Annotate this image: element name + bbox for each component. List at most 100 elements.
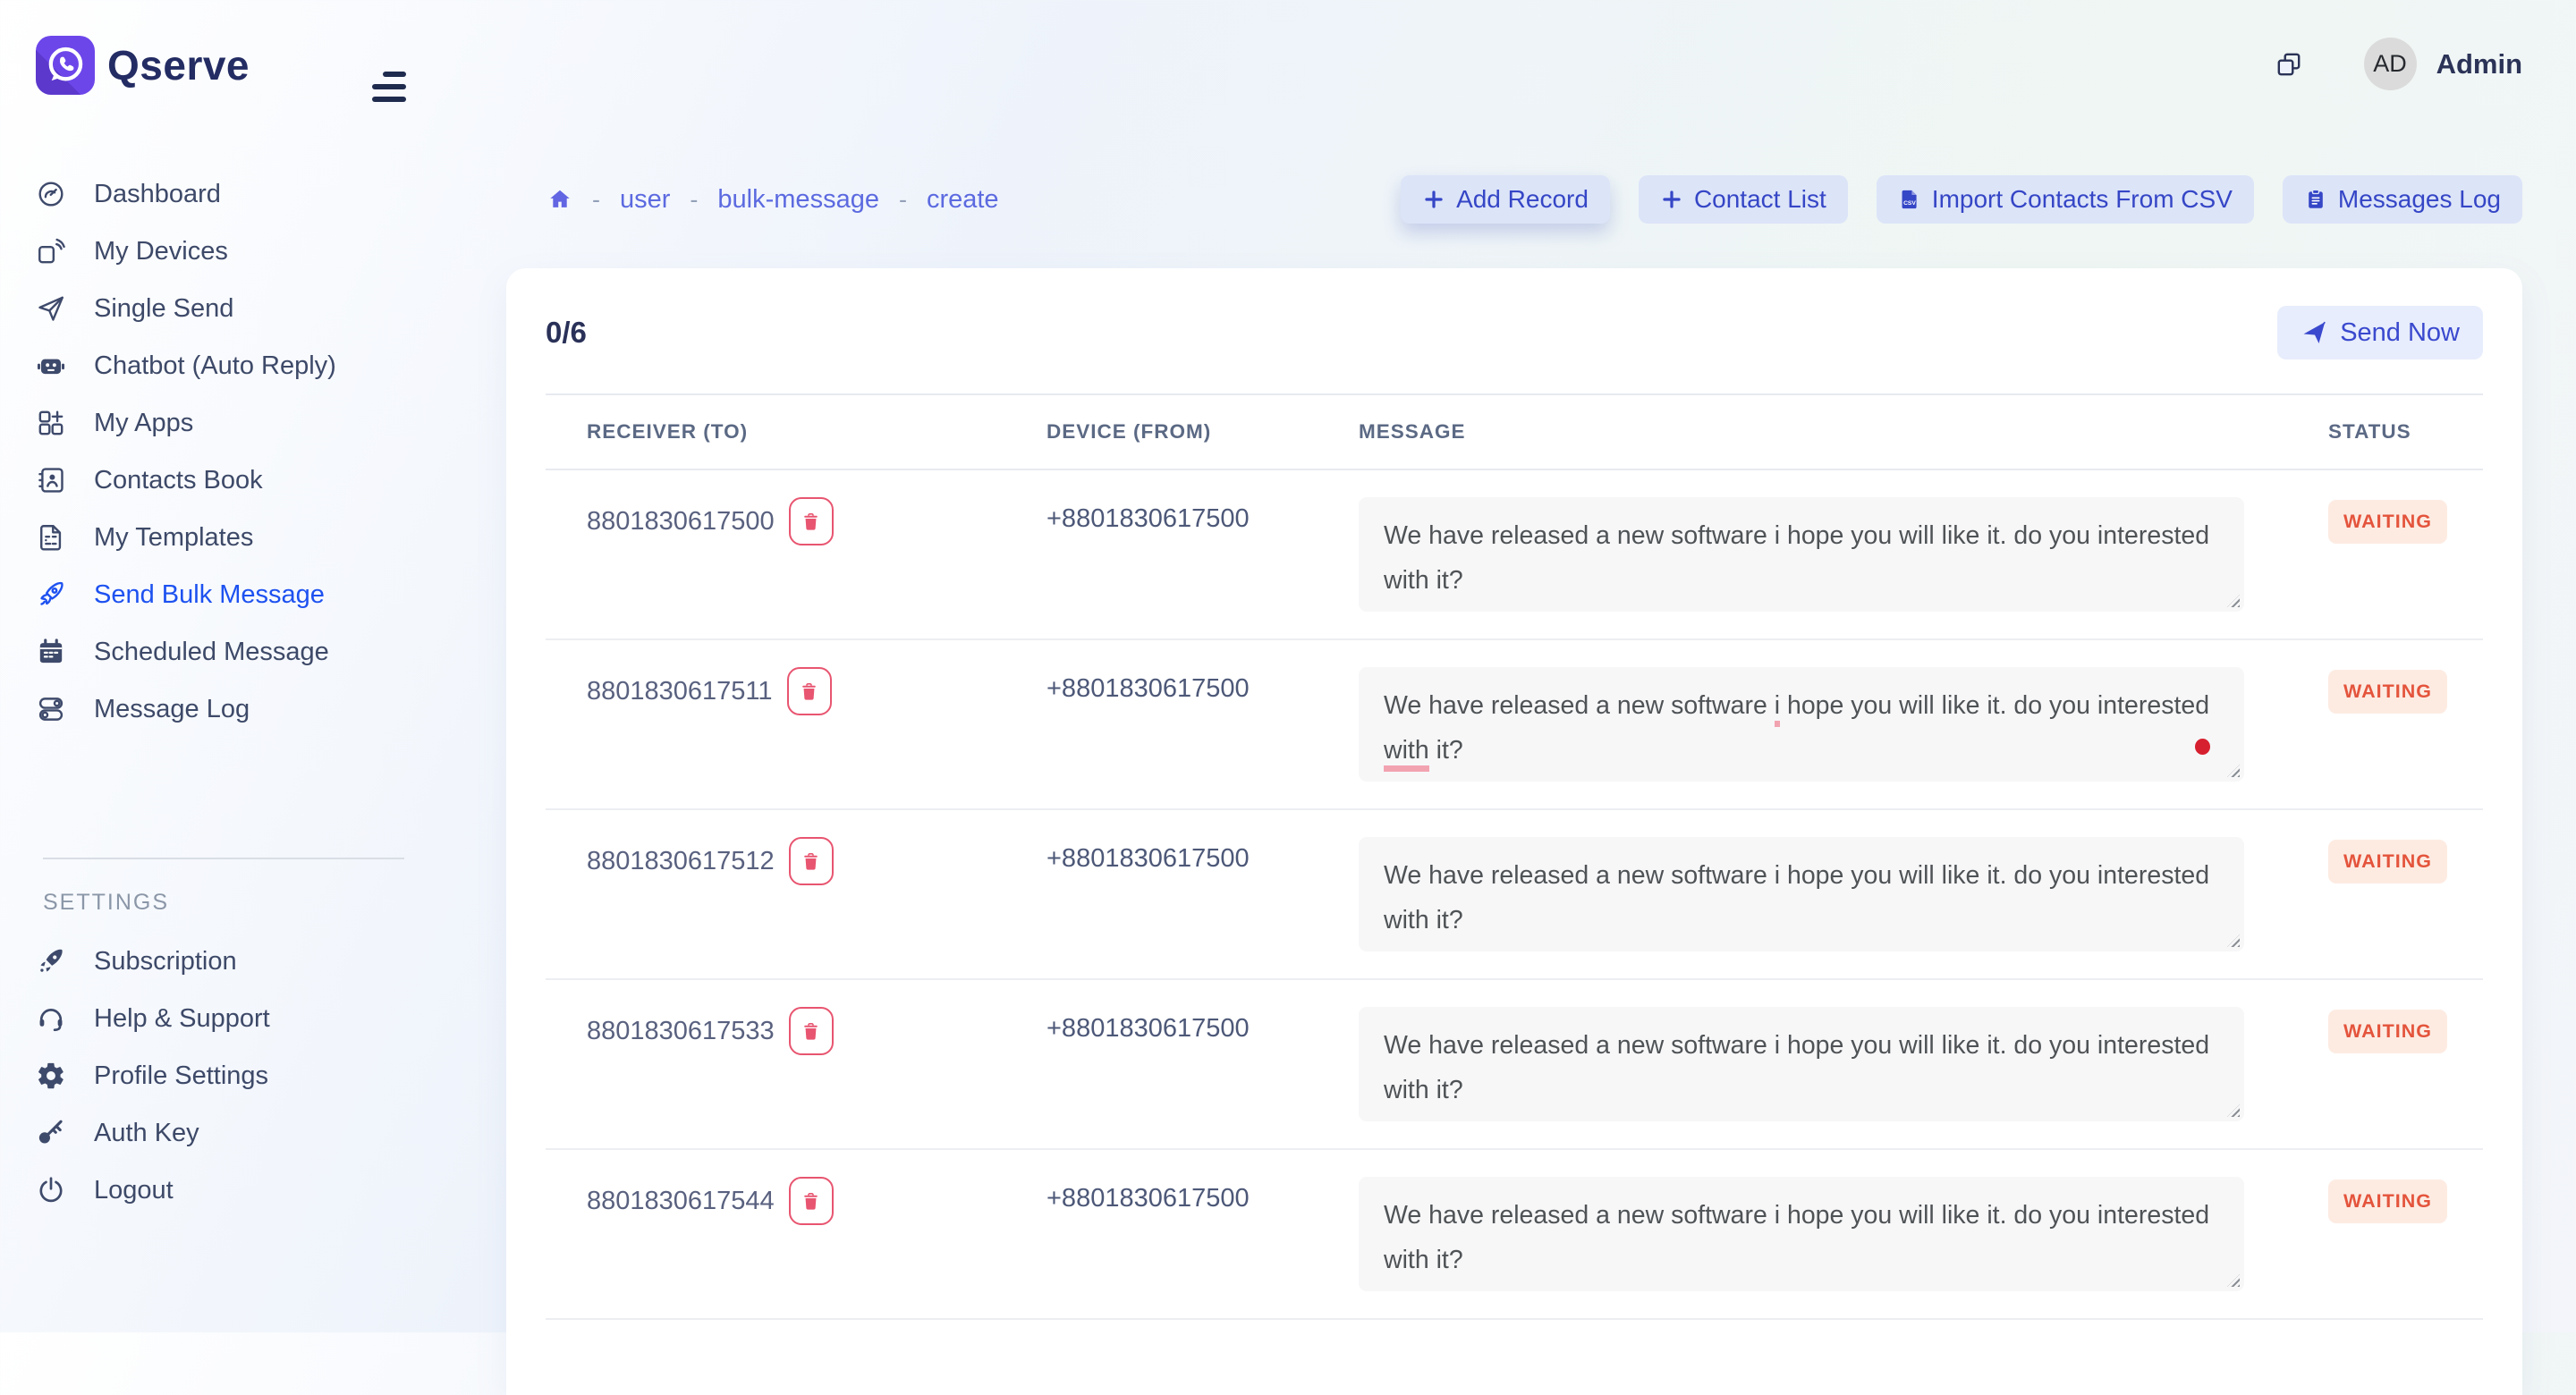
breadcrumb-separator: - [690,186,698,214]
trash-icon [801,851,821,872]
sidebar-item-my-devices[interactable]: My Devices [0,223,456,280]
trash-icon [799,681,819,702]
breadcrumb-separator: - [592,186,600,214]
sidebar: Qserve Dashboard My Devices Single Send … [0,0,456,1332]
table-row: 8801830617512 +8801830617500 We have rel… [546,810,2483,980]
settings-section-title: SETTINGS [43,890,169,916]
rocket-icon [36,579,66,610]
chatbot-icon [36,351,66,381]
resize-handle-icon[interactable] [2227,1274,2240,1287]
device-number: +8801830617500 [1046,499,1359,638]
table-row: 8801830617511 +8801830617500 We have rel… [546,640,2483,810]
sidebar-item-scheduled-message[interactable]: Scheduled Message [0,623,456,681]
device-number: +8801830617500 [1046,669,1359,808]
main-content: -user-bulk-message-create Add Record Con… [506,172,2522,1395]
sidebar-item-my-apps[interactable]: My Apps [0,394,456,452]
receiver-number: 8801830617533 [587,1017,775,1046]
message-textarea[interactable]: We have released a new software i hope y… [1359,1177,2244,1291]
messages-log-button[interactable]: Messages Log [2283,175,2522,224]
trash-icon [801,512,821,532]
sidebar-item-dashboard[interactable]: Dashboard [0,165,456,223]
table-header: RECEIVER (TO)DEVICE (FROM)MESSAGESTATUS [546,395,2483,470]
progress-counter: 0/6 [546,316,587,350]
send-now-button[interactable]: Send Now [2277,306,2483,359]
user-name: Admin [2436,48,2522,80]
sidebar-item-my-templates[interactable]: My Templates [0,509,456,566]
message-textarea[interactable]: We have released a new software i hope y… [1359,497,2244,612]
trash-icon [801,1021,821,1042]
sidebar-item-message-log[interactable]: Message Log [0,681,456,738]
delete-row-button[interactable] [789,497,834,545]
brand: Qserve [36,36,250,95]
add-record-button[interactable]: Add Record [1401,175,1610,224]
sidebar-item-contacts-book[interactable]: Contacts Book [0,452,456,509]
breadcrumb-separator: - [899,186,907,214]
spellcheck-underline: with [1384,736,1429,772]
dashboard-icon [36,179,66,209]
breadcrumb-link-user[interactable]: user [620,185,670,215]
main-nav: Dashboard My Devices Single Send Chatbot… [0,165,456,738]
sidebar-item-single-send[interactable]: Single Send [0,280,456,337]
delete-row-button[interactable] [789,1007,834,1055]
home-icon[interactable] [547,187,572,212]
clipboard-icon [2304,188,2327,211]
rocket-filled-icon [36,946,66,976]
settings-item-subscription[interactable]: Subscription [0,933,456,990]
brand-name: Qserve [107,41,250,89]
send-now-label: Send Now [2340,318,2460,348]
resize-handle-icon[interactable] [2227,1104,2240,1117]
table-row: 8801830617500 +8801830617500 We have rel… [546,470,2483,640]
message-textarea[interactable]: We have released a new software i hope y… [1359,837,2244,951]
grammar-checker-dot-icon[interactable] [2195,739,2210,755]
breadcrumb-link-bulk-message[interactable]: bulk-message [717,185,879,215]
status-badge: WAITING [2328,840,2447,884]
settings-item-help-support[interactable]: Help & Support [0,990,456,1047]
trash-icon [801,1191,821,1212]
receiver-number: 8801830617512 [587,847,775,876]
table-row: 8801830617533 +8801830617500 We have rel… [546,980,2483,1150]
sidebar-item-send-bulk-message[interactable]: Send Bulk Message [0,566,456,623]
column-header-receiver-to: RECEIVER (TO) [587,420,1046,444]
settings-item-auth-key[interactable]: Auth Key [0,1104,456,1162]
topbar-right: AD Admin [2275,38,2522,90]
bulk-message-card: 0/6 Send Now RECEIVER (TO)DEVICE (FROM)M… [506,268,2522,1395]
status-badge: WAITING [2328,1010,2447,1053]
resize-handle-icon[interactable] [2227,765,2240,777]
table-body: 8801830617500 +8801830617500 We have rel… [546,470,2483,1320]
devices-icon [36,236,66,266]
status-badge: WAITING [2328,500,2447,544]
device-number: +8801830617500 [1046,1179,1359,1318]
receiver-number: 8801830617511 [587,677,773,706]
breadcrumb-link-create[interactable]: create [927,185,999,215]
settings-item-profile-settings[interactable]: Profile Settings [0,1047,456,1104]
delete-row-button[interactable] [789,837,834,885]
apps-icon [36,408,66,438]
resize-handle-icon[interactable] [2227,934,2240,947]
svg-text:CSV: CSV [1903,200,1916,207]
receiver-number: 8801830617544 [587,1187,775,1216]
contact-list-button[interactable]: Contact List [1639,175,1848,224]
delete-row-button[interactable] [789,1177,834,1225]
avatar[interactable]: AD [2364,38,2417,90]
column-header-message: MESSAGE [1359,420,2328,444]
headset-icon [36,1003,66,1034]
calendar-icon [36,637,66,667]
settings-nav: Subscription Help & Support Profile Sett… [0,933,456,1219]
device-number: +8801830617500 [1046,839,1359,978]
single-send-icon [36,293,66,324]
settings-item-logout[interactable]: Logout [0,1162,456,1219]
receiver-number: 8801830617500 [587,507,775,537]
gear-icon [36,1061,66,1091]
message-textarea[interactable]: We have released a new software i hope y… [1359,667,2244,782]
sidebar-item-chatbot-auto-reply[interactable]: Chatbot (Auto Reply) [0,337,456,394]
sidebar-toggle-icon[interactable] [372,72,406,107]
status-badge: WAITING [2328,1179,2447,1223]
copy-icon[interactable] [2275,50,2303,79]
toggles-icon [36,694,66,724]
import-contacts-from-csv-button[interactable]: CSV Import Contacts From CSV [1877,175,2254,224]
message-textarea[interactable]: We have released a new software i hope y… [1359,1007,2244,1121]
delete-row-button[interactable] [787,667,832,715]
sidebar-divider [43,858,404,859]
device-number: +8801830617500 [1046,1009,1359,1148]
resize-handle-icon[interactable] [2227,595,2240,607]
